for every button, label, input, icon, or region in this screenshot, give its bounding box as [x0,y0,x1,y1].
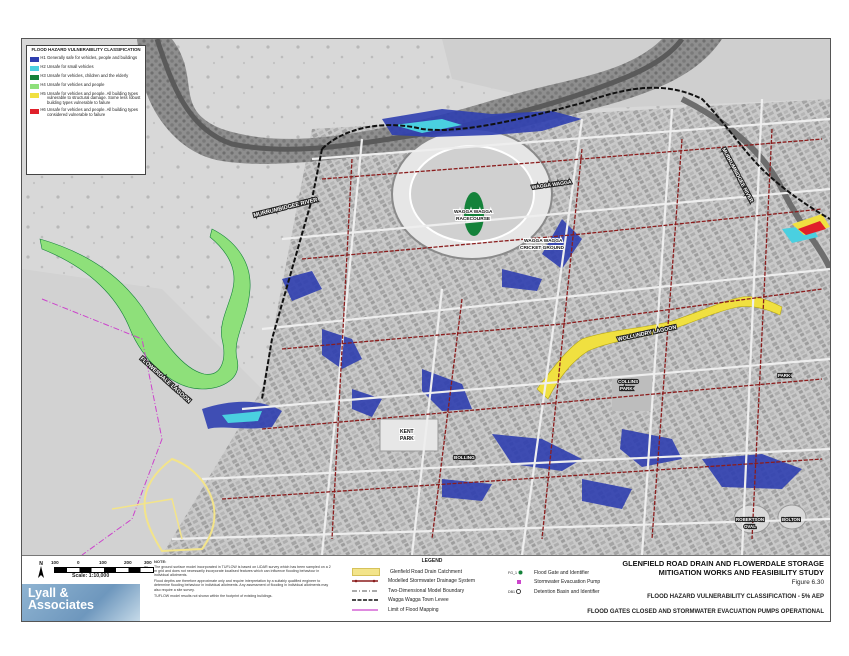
legend-heading: LEGEND [421,558,443,564]
hazard-class-h1: H1 Generally safe for vehicles, people an… [30,54,142,62]
figure-title-block: GLENFIELD ROAD DRAIN AND FLOWERDALE STOR… [584,559,824,617]
hazard-code: H2 [40,63,46,69]
label-racecourse-2: RACECOURSE [456,216,491,222]
map-legend: LEGEND Glenfield Road Drain Catchment Mo… [352,556,512,615]
hazard-description: Unsafe for small vehicles [47,63,94,69]
label-bolling: BOLLING [454,455,475,460]
levee-symbol [352,597,378,603]
hazard-description: Unsafe for vehicles and people [47,81,105,87]
north-arrow-icon: N [38,561,44,578]
info-strip: N 100 0 100 200 300 m Scale: 1:10,000 Ly… [22,555,830,621]
label-bolton: BOLTON [782,517,800,522]
note-paragraph-2: Flood depths are therefore approximate o… [154,579,329,592]
catchment-symbol [352,567,380,576]
legend-item-label: Two-Dimensional Model Boundary [388,587,465,594]
hazard-code: H3 [40,72,46,78]
north-label: N [39,561,43,567]
limit-symbol [352,607,378,613]
scale-tick-3: 100 [99,560,107,565]
note-paragraph-3: TUFLOW model results not shown within th… [154,593,273,598]
drainage-symbol [352,578,378,584]
subtitle-line-1: FLOOD HAZARD VULNERABILITY CLASSIFICATIO… [647,594,824,600]
hazard-class-h6: H6 Unsafe for vehicles and people. All bu… [30,108,142,117]
hazard-swatch [30,65,39,71]
figure-number: Figure 6.30 [791,579,824,586]
scale-tick-4: 200 [124,560,132,565]
note-heading: NOTE: [154,559,167,564]
hazard-description: Unsafe for vehicles and people. All buil… [47,107,139,117]
pump-symbol [508,579,530,585]
hazard-code: H1 [40,54,46,60]
hazard-swatch [30,109,39,115]
hazard-code: H5 [40,90,46,96]
hazard-swatch [30,56,39,62]
hazard-code: H4 [40,81,46,87]
label-kent-2: PARK [400,436,414,442]
label-el-park: PARK [778,373,791,378]
legend-item-label: Flood Gate and Identifier [534,569,590,576]
title-line-2: MITIGATION WORKS AND FEASIBILITY STUDY [658,568,824,577]
flood-gate-symbol: FG_1 [508,570,530,576]
label-cricket-1: WAGGA WAGGA [524,238,563,244]
title-line-1: GLENFIELD ROAD DRAIN AND FLOWERDALE STOR… [622,559,824,568]
label-kent-1: KENT [400,429,414,435]
subtitle-line-2: FLOOD GATES CLOSED AND STORMWATER EVACUA… [587,609,824,616]
label-cricket-2: CRICKET GROUND [520,245,565,251]
company-logo: Lyall & Associates [22,584,140,621]
legend-item-limit: Limit of Flood Mapping [352,605,512,615]
hazard-description: Generally safe for vehicles, people and … [47,54,138,60]
legend-item-levee: Wagga Wagga Town Levee [352,596,512,606]
label-robertson-2: OVAL [744,524,756,529]
detention-code: DB1 [508,589,515,594]
label-collins-2: PARK [620,386,633,391]
legend-item-label: Wagga Wagga Town Levee [388,597,449,604]
model-note: NOTE: The ground surface model incorpora… [154,559,332,600]
figure-sheet: MURRUMBIDGEE RIVER FLOWERDALE LAGOON WAG… [21,38,831,622]
hazard-legend: FLOOD HAZARD VULNERABILITY CLASSIFICATIO… [26,45,146,175]
scale-bar: 100 0 100 200 300 m Scale: 1:10,000 [51,560,154,582]
hazard-description: Unsafe for vehicles and people. All buil… [47,90,141,105]
logo-line-2: Associates [28,597,95,612]
label-racecourse-1: WAGGA WAGGA [454,209,493,215]
legend-item-drainage: Modelled Stormwater Drainage System [352,577,512,587]
hazard-class-h3: H3 Unsafe for vehicles, children and the … [30,72,142,80]
hazard-class-h2: H2 Unsafe for small vehicles [30,63,142,71]
legend-item-catchment: Glenfield Road Drain Catchment [352,567,512,577]
hazard-class-h5: H5 Unsafe for vehicles and people. All bu… [30,90,142,106]
note-paragraph-1: The ground surface model incorporated in… [154,565,331,578]
hazard-description: Unsafe for vehicles, children and the el… [47,72,129,78]
hazard-class-h4: H4 Unsafe for vehicles and people [30,81,142,89]
legend-item-label: Glenfield Road Drain Catchment [390,568,462,575]
hazard-code: H6 [40,107,46,113]
label-collins-1: COLLINS [618,379,638,384]
flood-gate-code: FG_1 [508,570,517,575]
scale-caption: Scale: 1:10,000 [72,573,110,579]
boundary-symbol [352,588,378,594]
legend-item-model-boundary: Two-Dimensional Model Boundary [352,586,512,596]
detention-symbol: DB1 [508,589,530,595]
scale-tick-1: 100 [51,560,59,565]
scale-tick-2: 0 [77,560,80,565]
legend-item-label: Modelled Stormwater Drainage System [388,578,475,585]
hazard-legend-rows: H1 Generally safe for vehicles, people an… [27,54,145,118]
label-robertson-1: ROBERTSON [736,517,764,522]
kent-park [379,418,439,452]
hazard-swatch [30,92,39,98]
legend-item-label: Limit of Flood Mapping [388,606,439,613]
hazard-swatch [30,74,39,80]
hazard-swatch [30,83,39,89]
